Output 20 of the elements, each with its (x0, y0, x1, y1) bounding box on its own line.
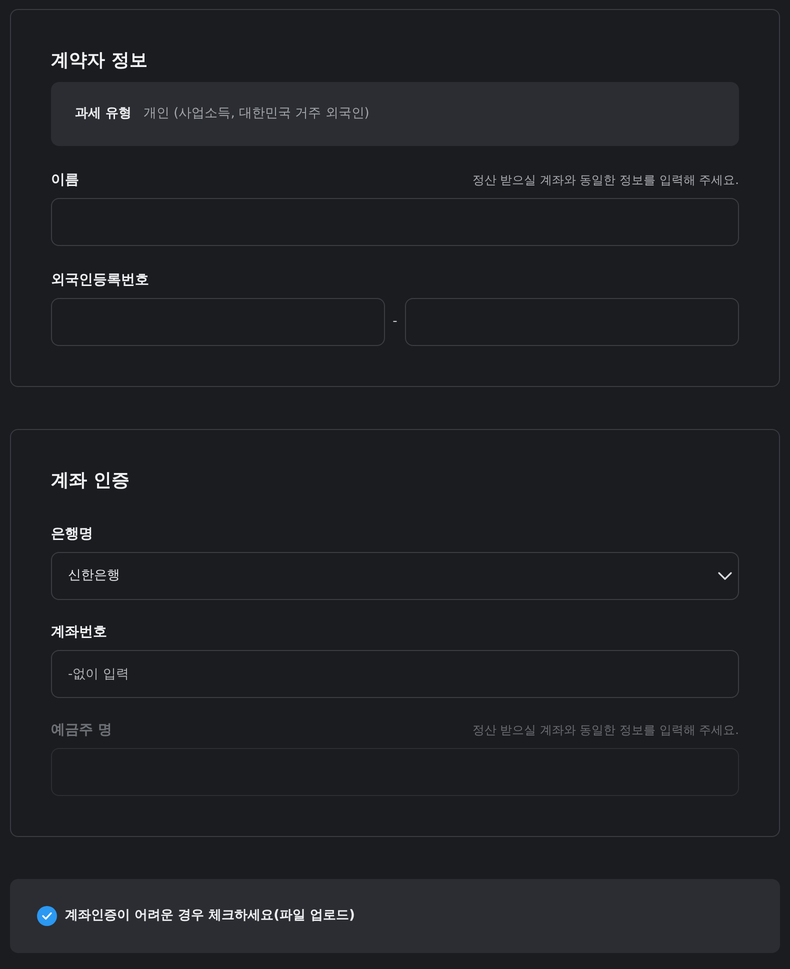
field-label: 이름 (51, 171, 79, 190)
field-label: 예금주 명 (51, 721, 112, 740)
section-title: 계약자 정보 (51, 49, 148, 73)
tax-type-label: 과세 유형 (75, 105, 132, 124)
field-hint: 정산 받으실 계좌와 동일한 정보를 입력해 주세요. (472, 722, 739, 739)
bank-select[interactable]: 신한은행 (51, 552, 739, 600)
field-hint: 정산 받으실 계좌와 동일한 정보를 입력해 주세요. (472, 172, 739, 189)
section-title: 계좌 인증 (51, 469, 130, 493)
checkbox-icon[interactable] (37, 906, 57, 926)
input-field[interactable] (51, 198, 739, 246)
tax-type-value: 개인 (사업소득, 대한민국 거주 외국인) (144, 105, 370, 124)
separator-dash: - (392, 313, 398, 332)
field-label: 외국인등록번호 (51, 271, 149, 290)
checkbox-label[interactable]: 계좌인증이 어려운 경우 체크하세요(파일 업로드) (65, 906, 355, 926)
input-field[interactable] (405, 298, 739, 346)
field-label: 은행명 (51, 525, 93, 544)
chevron-down-icon (718, 572, 732, 580)
input-field[interactable] (51, 298, 385, 346)
field-label: 계좌번호 (51, 623, 107, 642)
input-field[interactable]: -없이 입력 (51, 650, 739, 698)
